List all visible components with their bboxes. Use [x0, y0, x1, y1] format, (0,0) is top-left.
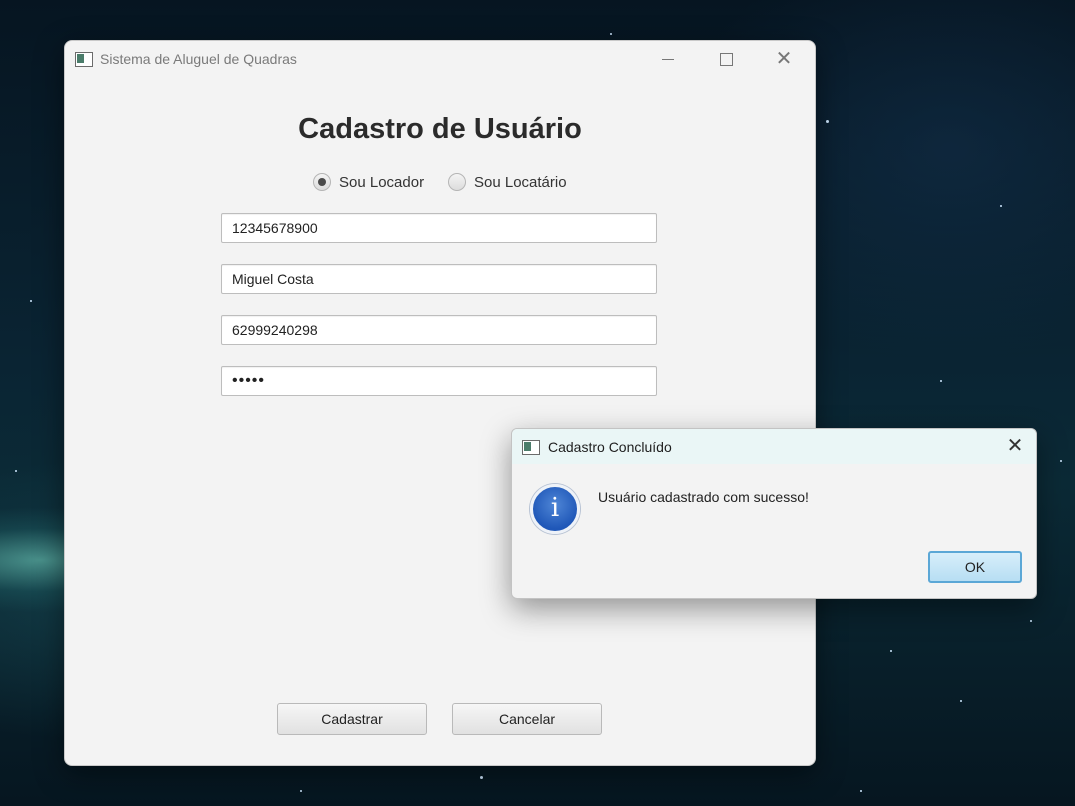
radio-locatario-label[interactable]: Sou Locatário: [474, 174, 567, 191]
dialog-title: Cadastro Concluído: [548, 439, 672, 455]
minimize-icon: [662, 59, 674, 60]
close-icon: ✕: [775, 48, 793, 70]
dialog-close-button[interactable]: ✕: [1000, 433, 1030, 459]
dialog-message: Usuário cadastrado com sucesso!: [598, 489, 809, 505]
success-dialog: Cadastro Concluído ✕ i Usuário cadastrad…: [511, 428, 1037, 599]
cancelar-button[interactable]: Cancelar: [452, 703, 602, 735]
window-title: Sistema de Aluguel de Quadras: [100, 51, 297, 67]
main-window: Sistema de Aluguel de Quadras ✕ Cadastro…: [64, 40, 816, 766]
close-button[interactable]: ✕: [764, 47, 804, 71]
minimize-button[interactable]: [648, 47, 688, 71]
ok-button[interactable]: OK: [928, 551, 1022, 583]
main-titlebar[interactable]: Sistema de Aluguel de Quadras ✕: [65, 41, 815, 77]
cpf-field[interactable]: 12345678900: [221, 213, 657, 243]
name-field[interactable]: Miguel Costa: [221, 264, 657, 294]
cadastrar-button[interactable]: Cadastrar: [277, 703, 427, 735]
radio-selected-icon[interactable]: [313, 173, 331, 191]
password-field[interactable]: •••••: [221, 366, 657, 396]
dialog-app-icon: [522, 440, 540, 455]
info-icon: i: [530, 484, 580, 534]
radio-locatario[interactable]: Sou Locatário: [448, 173, 567, 191]
maximize-icon: [720, 53, 733, 66]
radio-locador-label[interactable]: Sou Locador: [339, 174, 424, 191]
radio-locador[interactable]: Sou Locador: [313, 173, 424, 191]
maximize-button[interactable]: [706, 47, 746, 71]
radio-unselected-icon[interactable]: [448, 173, 466, 191]
app-icon: [75, 52, 93, 67]
dialog-titlebar[interactable]: Cadastro Concluído ✕: [512, 429, 1036, 464]
form-heading: Cadastro de Usuário: [298, 113, 582, 145]
phone-field[interactable]: 62999240298: [221, 315, 657, 345]
